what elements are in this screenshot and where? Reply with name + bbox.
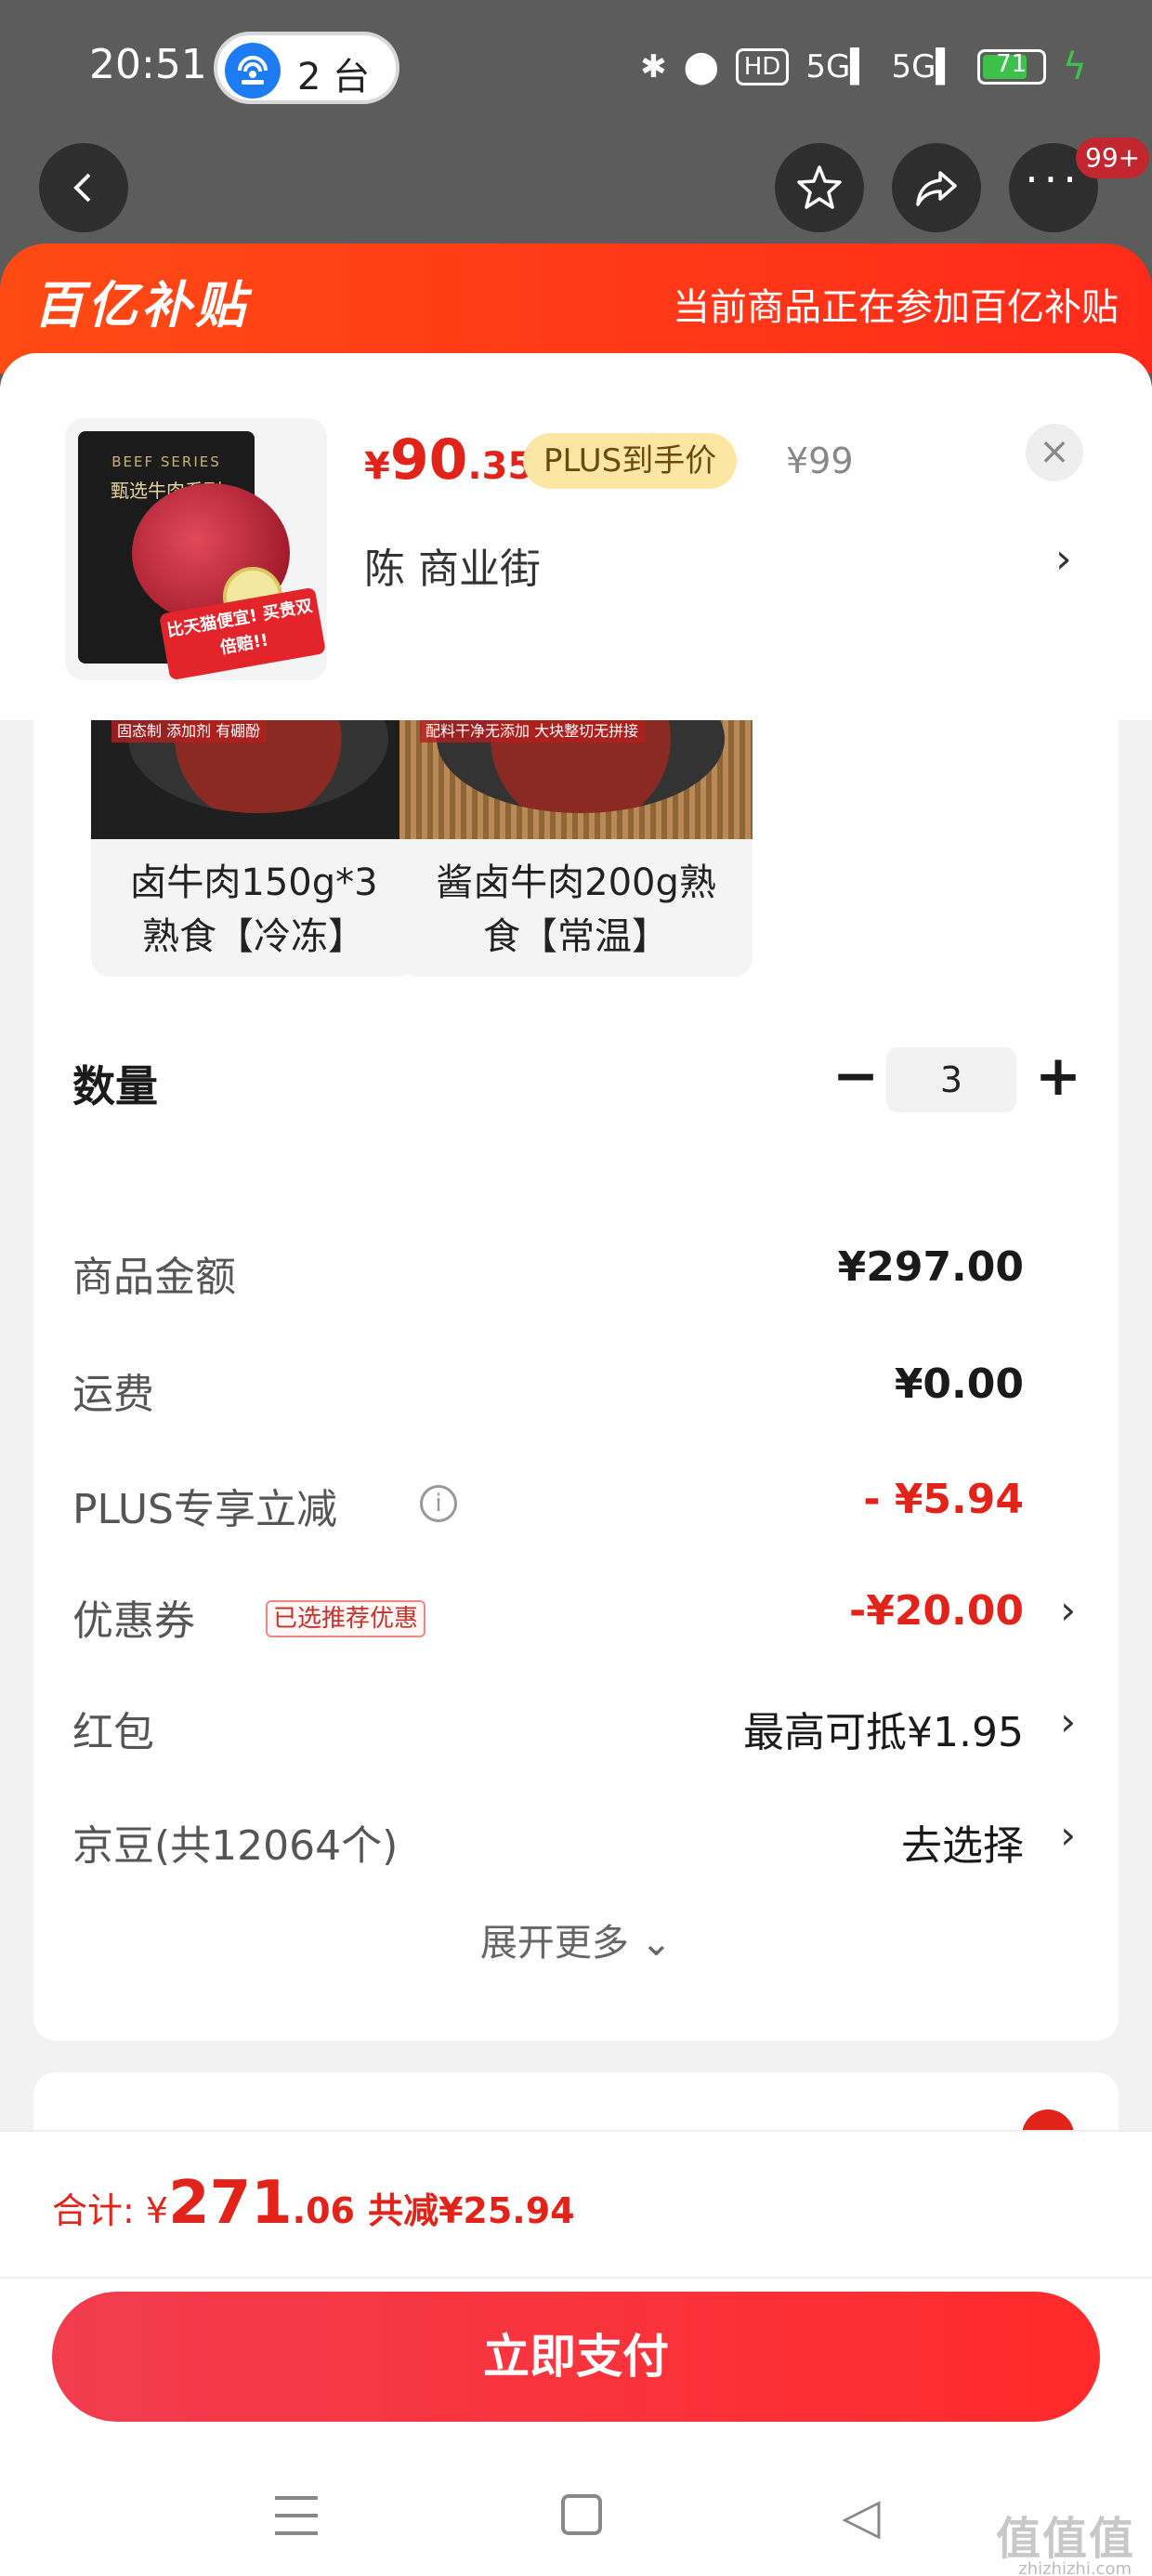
divider	[0, 2277, 1152, 2279]
redpacket-value: 最高可抵¥1.95	[743, 1709, 1024, 1756]
wifi-hotspot-icon	[225, 43, 281, 99]
variant-card-2[interactable]: 配料干净无添加 大块整切无拼接 酱卤牛肉200g熟 食【常温】	[399, 720, 753, 977]
more-icon: ···	[1025, 154, 1082, 204]
jd-beans-chevron-icon: ›	[1060, 1812, 1076, 1858]
quantity-label: 数量	[72, 1061, 158, 1111]
home-icon[interactable]	[561, 2494, 602, 2535]
pay-now-button[interactable]: 立即支付	[52, 2292, 1100, 2422]
product-price: ¥90.35	[364, 427, 534, 493]
share-icon	[916, 171, 957, 206]
location-icon: ⬤	[683, 48, 719, 85]
system-nav-bar: ◁ 值值值 zhizhizhi.com	[0, 2463, 1152, 2576]
cost-summary: 商品金额 ¥297.00 运费 ¥0.00 PLUS专享立减 i - ¥5.94…	[33, 1188, 1119, 2041]
goods-amount: ¥297.00	[837, 1243, 1024, 1291]
variant-label-1: 卤牛肉150g*3 熟食【冷冻】	[129, 861, 378, 958]
total-saved: 共减¥25.94	[367, 2190, 575, 2231]
plus-discount-amount: - ¥5.94	[863, 1476, 1024, 1523]
back-arrow-icon	[73, 173, 91, 203]
bluetooth-icon: ✱	[640, 48, 667, 85]
charging-icon: ϟ	[1062, 46, 1087, 88]
expand-more-button[interactable]: 展开更多 ⌄	[33, 1912, 1119, 1966]
star-icon	[797, 165, 842, 209]
goods-amount-row: 商品金额 ¥297.00	[72, 1243, 1024, 1301]
watermark-logo: 值值值	[995, 2513, 1135, 2565]
share-button[interactable]	[892, 143, 981, 232]
status-icons: ✱ ⬤ HD 5G▍ 5G▍ 71 ϟ	[640, 41, 1087, 93]
battery-icon: 71	[976, 49, 1046, 85]
shipping-amount: ¥0.00	[894, 1360, 1024, 1408]
redpacket-row[interactable]: 红包 最高可抵¥1.95 ›	[72, 1691, 1080, 1756]
hd-icon: HD	[735, 48, 790, 85]
notification-badge: 99+	[1076, 138, 1150, 178]
clock: 20:51	[89, 41, 207, 88]
battery-level: 71	[996, 50, 1028, 78]
subsidy-text: 当前商品正在参加百亿补贴	[673, 286, 1119, 329]
quantity-minus-button[interactable]: −	[823, 1045, 888, 1111]
coupon-row[interactable]: 优惠券 已选推荐优惠 -¥20.00 ›	[72, 1580, 1080, 1645]
original-price: ¥99	[786, 440, 854, 481]
product-header: BEEF SERIES 甄选牛肉系列 比天猫便宜! 买贵双倍赔!! ¥90.35…	[0, 353, 1152, 720]
subsidy-logo: 百亿补贴	[33, 276, 249, 335]
hotspot-count: 2 台	[297, 56, 371, 99]
close-button[interactable]: ×	[1026, 424, 1083, 481]
signal-5g-icon-2: 5G▍	[891, 48, 961, 85]
quantity-row: 数量 − 3 +	[33, 1032, 1119, 1135]
shipping-row: 运费 ¥0.00	[72, 1360, 1024, 1418]
variant-card-1[interactable]: 固态制 添加剂 有硼酚 卤牛肉150g*3 熟食【冷冻】	[91, 720, 416, 977]
variant-image-2: 配料干净无添加 大块整切无拼接	[399, 720, 753, 839]
coupon-chevron-icon: ›	[1060, 1587, 1076, 1633]
watermark-url: zhizhizhi.com	[1018, 2559, 1132, 2576]
plus-price-tag: PLUS到手价	[523, 433, 738, 489]
product-image: BEEF SERIES 甄选牛肉系列 比天猫便宜! 买贵双倍赔!!	[65, 418, 327, 680]
favorite-button[interactable]	[775, 143, 864, 232]
quantity-input[interactable]: 3	[886, 1047, 1016, 1112]
signal-5g-icon: 5G▍	[805, 48, 875, 85]
plus-discount-row: PLUS专享立减 i - ¥5.94	[72, 1476, 1024, 1533]
recent-apps-icon[interactable]	[275, 2496, 318, 2535]
address-chevron-icon[interactable]: ›	[1055, 535, 1072, 583]
status-bar: 20:51 2 台 ✱ ⬤ HD 5G▍ 5G▍ 71 ϟ	[0, 0, 1152, 139]
back-triangle-icon[interactable]: ◁	[842, 2487, 881, 2545]
delivery-address[interactable]: 陈 商业街	[364, 535, 541, 595]
quantity-plus-button[interactable]: +	[1026, 1045, 1091, 1111]
coupon-tag: 已选推荐优惠	[266, 1600, 426, 1637]
jd-beans-value: 去选择	[901, 1822, 1024, 1870]
close-icon: ×	[1039, 430, 1070, 473]
variant-image-1: 固态制 添加剂 有硼酚	[91, 720, 416, 839]
back-button[interactable]	[39, 143, 128, 232]
redpacket-chevron-icon: ›	[1060, 1699, 1076, 1744]
order-total: 合计: ¥271.06 共减¥25.94	[52, 2169, 575, 2238]
jd-beans-row[interactable]: 京豆(共12064个) 去选择 ›	[72, 1805, 1080, 1870]
variant-label-2: 酱卤牛肉200g熟 食【常温】	[436, 861, 716, 958]
coupon-amount: -¥20.00	[848, 1587, 1024, 1635]
info-icon[interactable]: i	[420, 1485, 457, 1522]
hotspot-pill[interactable]: 2 台	[214, 32, 399, 104]
